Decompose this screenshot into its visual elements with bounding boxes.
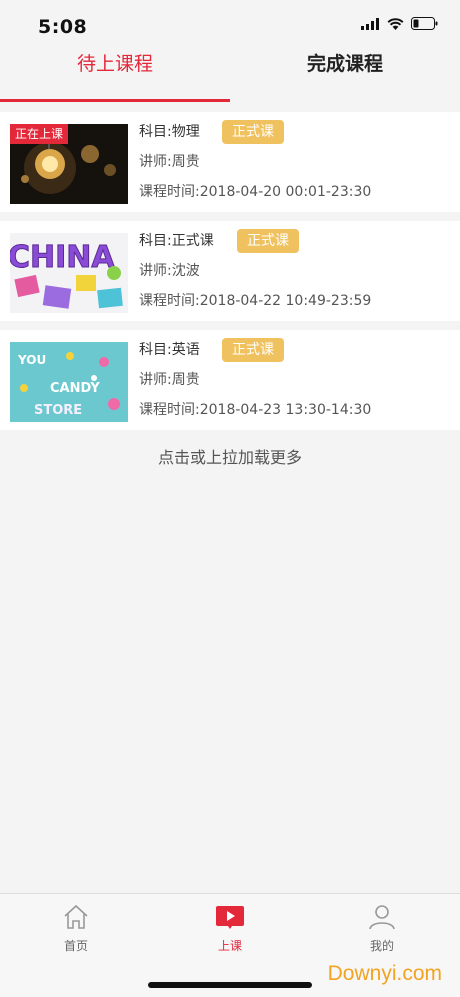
play-icon [216,906,244,929]
thumbnail-text: CHINA [10,240,115,275]
thumbnail-text: CANDY [50,381,100,396]
course-card[interactable]: CHINA 科目:正式课 正式课 讲师:沈波 课程时间:2018-04-22 1… [0,221,460,321]
course-tabs: 待上课程 完成课程 [0,44,460,104]
tabbar-label-class: 上课 [217,939,242,953]
course-time: 课程时间:2018-04-23 13:30-14:30 [139,402,372,418]
home-indicator [148,982,312,988]
active-tab-indicator [0,99,230,102]
course-thumbnail: 正在上课 [10,124,128,204]
course-subject: 科目:物理 [139,124,200,140]
wifi-icon [387,17,404,30]
course-teacher: 讲师:周贵 [139,154,200,170]
live-badge: 正在上课 [10,124,69,144]
status-time: 5:08 [38,16,88,38]
course-type-badge: 正式课 [222,338,284,362]
course-subject: 科目:英语 [139,342,200,358]
tabbar-item-home[interactable]: 首页 [36,904,116,954]
tabbar-label-mine: 我的 [369,939,394,953]
battery-icon [411,17,438,30]
course-teacher: 讲师:周贵 [139,372,200,388]
thumbnail-text: STORE [34,403,82,418]
course-teacher: 讲师:沈波 [139,263,200,279]
course-thumbnail: CHINA [10,233,128,313]
tabbar-item-class[interactable]: 上课 [190,904,270,954]
course-time: 课程时间:2018-04-22 10:49-23:59 [139,293,372,309]
signal-icon [361,17,379,30]
course-type-badge: 正式课 [222,120,284,144]
tab-pending-courses[interactable]: 待上课程 [0,44,230,104]
user-icon [369,905,395,930]
status-bar: 5:08 [0,0,460,44]
course-card[interactable]: YOU CANDY STORE 科目:英语 正式课 讲师:周贵 课程时间:201… [0,330,460,430]
course-time: 课程时间:2018-04-20 00:01-23:30 [139,184,372,200]
thumbnail-text: YOU [17,353,46,367]
status-icons [361,17,438,30]
course-subject: 科目:正式课 [139,233,214,249]
home-icon [64,904,88,929]
course-list: 正在上课 科目:物理 正式课 讲师:周贵 课程时间:2018-04-20 00:… [0,112,460,439]
load-more-button[interactable]: 点击或上拉加载更多 [0,444,460,468]
watermark: Downyi.com [327,962,442,985]
course-type-badge: 正式课 [237,229,299,253]
tabbar-item-mine[interactable]: 我的 [342,904,422,954]
course-card[interactable]: 正在上课 科目:物理 正式课 讲师:周贵 课程时间:2018-04-20 00:… [0,112,460,212]
tabbar-label-home: 首页 [63,939,88,953]
course-thumbnail: YOU CANDY STORE [10,342,128,422]
tab-completed-courses[interactable]: 完成课程 [230,44,460,104]
